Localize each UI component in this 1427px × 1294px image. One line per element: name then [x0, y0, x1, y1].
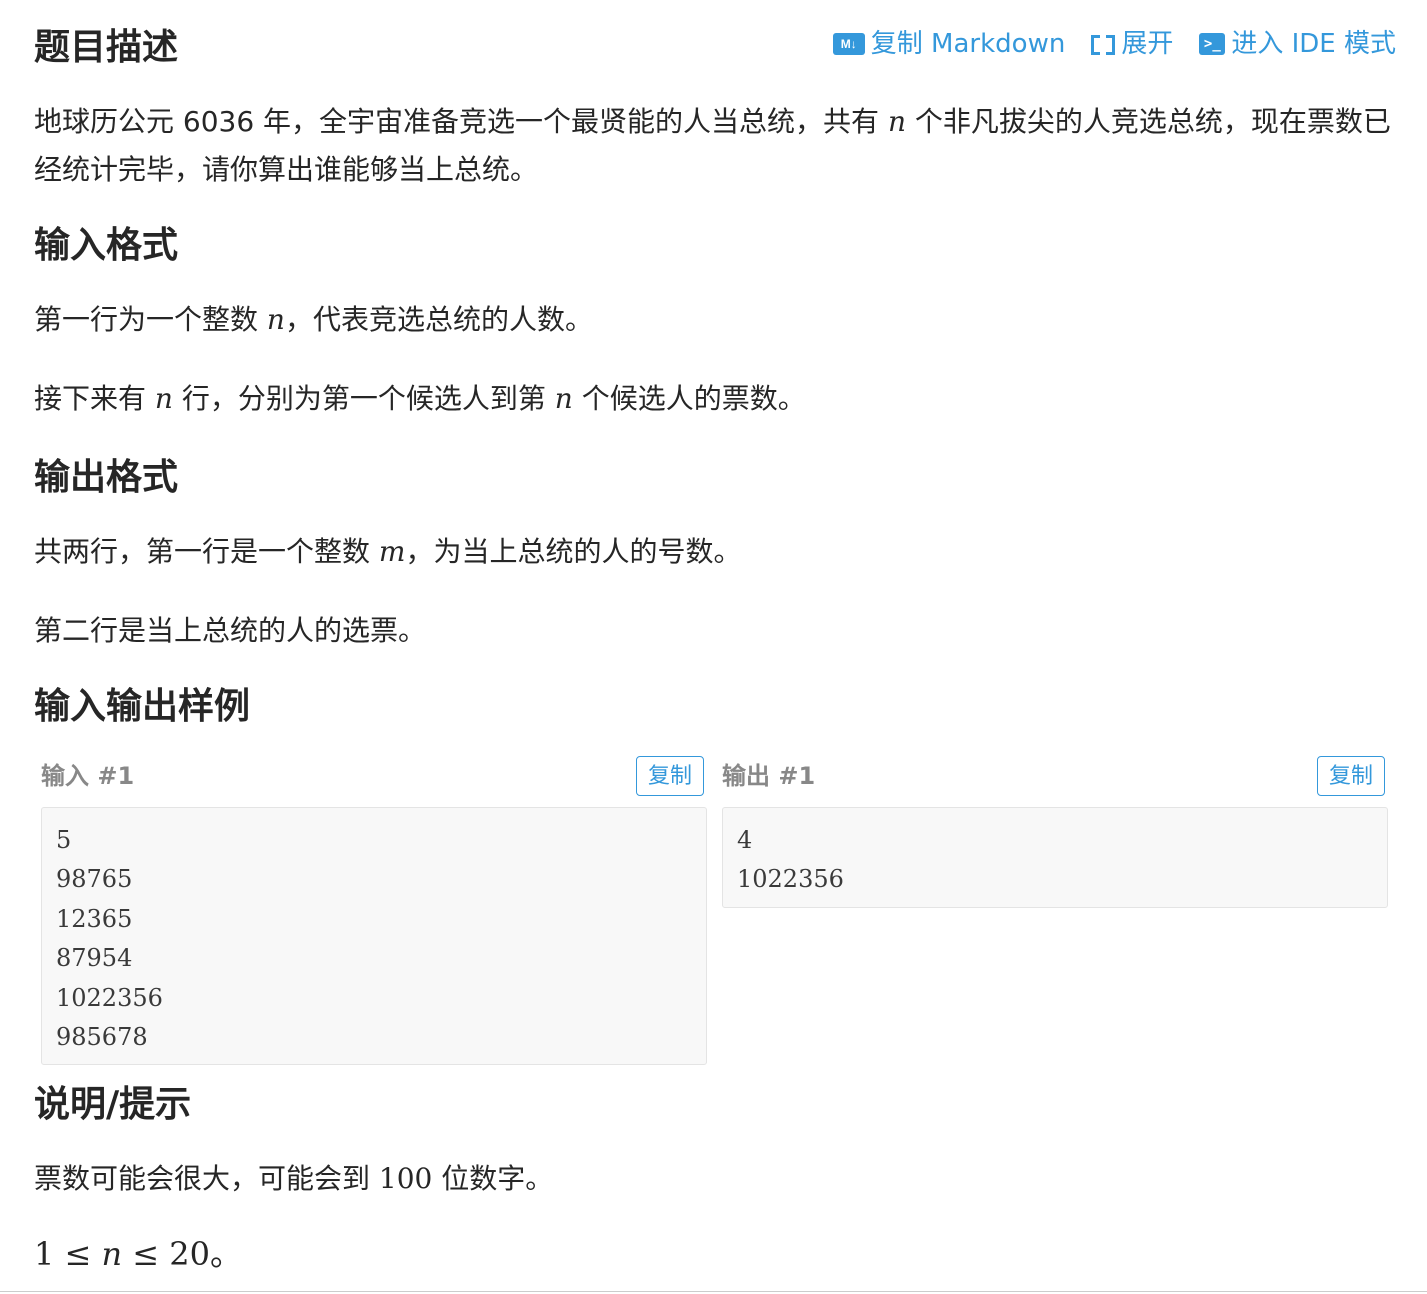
hint-line-1: 票数可能会很大，可能会到 100 位数字。: [34, 1162, 554, 1195]
sample-line: 1022356: [737, 865, 844, 894]
copy-markdown-label: 复制 Markdown: [870, 29, 1066, 59]
var-m: m: [378, 535, 406, 568]
input-sample-box[interactable]: 5 98765 12365 87954 1022356 985678: [41, 807, 707, 1065]
sample-line: 5: [56, 826, 72, 854]
var-n: n: [101, 1235, 123, 1273]
sample-line: 1022356: [56, 983, 163, 1012]
var-n: n: [887, 105, 907, 138]
copy-output-button[interactable]: 复制: [1317, 756, 1385, 796]
var-n: n: [266, 303, 285, 336]
ide-mode-link[interactable]: >_ 进入 IDE 模式: [1199, 24, 1396, 64]
input-format-line-1: 第一行为一个整数 n，代表竞选总统的人数。: [34, 303, 593, 336]
hint-constraint: 1 ≤ n ≤ 20。: [34, 1235, 243, 1273]
expand-link[interactable]: 展开: [1091, 24, 1173, 64]
input-sample-label: 输入 #1: [41, 762, 135, 790]
sample-line: 12365: [56, 904, 133, 933]
copy-input-button[interactable]: 复制: [636, 756, 704, 796]
ide-mode-label: 进入 IDE 模式: [1231, 29, 1396, 59]
section-title-hint: 说明/提示: [34, 1084, 192, 1125]
output-format-line-2: 第二行是当上总统的人的选票。: [34, 614, 427, 647]
terminal-icon: >_: [1199, 33, 1226, 55]
description-text: 地球历公元 6036 年，全宇宙准备竞选一个最贤能的人当总统，共有 n 个非凡拔…: [34, 105, 1391, 186]
bottom-divider: [0, 1291, 1427, 1292]
var-n: n: [154, 382, 173, 415]
section-title-samples: 输入输出样例: [34, 686, 251, 727]
sample-line: 98765: [56, 865, 133, 894]
section-title-output-format: 输出格式: [34, 457, 179, 498]
var-n: n: [554, 382, 573, 415]
output-format-line-1: 共两行，第一行是一个整数 m，为当上总统的人的号数。: [34, 535, 742, 568]
input-format-line-2: 接下来有 n 行，分别为第一个候选人到第 n 个候选人的票数。: [34, 382, 806, 415]
expand-label: 展开: [1121, 29, 1174, 59]
section-title-description: 题目描述: [34, 27, 179, 68]
section-title-input-format: 输入格式: [34, 225, 179, 266]
sample-line: 4: [737, 826, 753, 854]
expand-icon: [1091, 33, 1116, 55]
copy-markdown-link[interactable]: M↓ 复制 Markdown: [832, 24, 1066, 64]
sample-line: 87954: [56, 944, 133, 973]
output-sample-label: 输出 #1: [722, 762, 816, 790]
output-sample-box[interactable]: 4 1022356: [722, 807, 1388, 908]
toolbar: M↓ 复制 Markdown 展开 >_ 进入 IDE 模式: [832, 24, 1396, 64]
sample-line: 985678: [56, 1023, 148, 1052]
markdown-icon: M↓: [832, 33, 865, 55]
num-100: 100: [378, 1162, 433, 1195]
